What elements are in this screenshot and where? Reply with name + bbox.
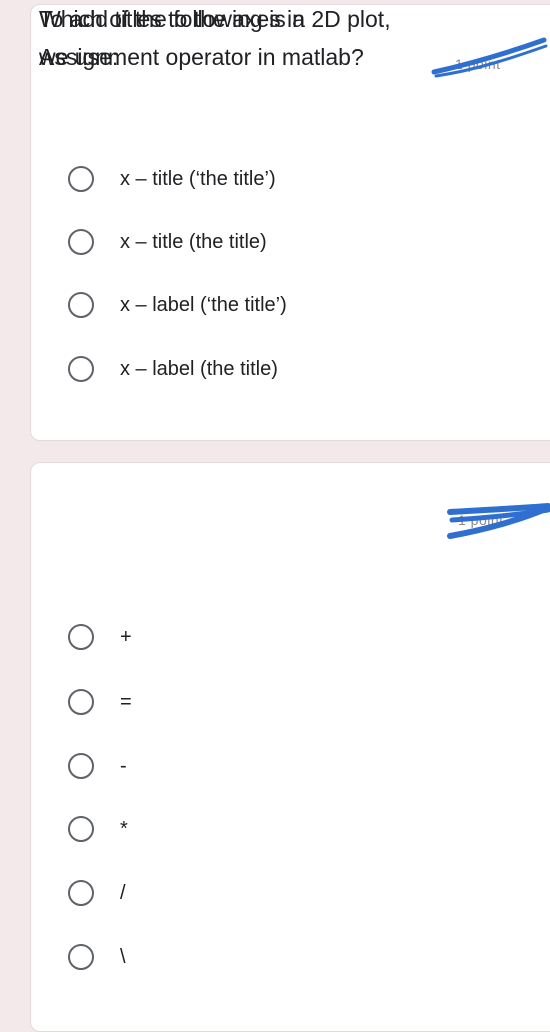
q1-option-2[interactable]: x – title (the title): [68, 225, 267, 259]
radio-button[interactable]: [68, 816, 94, 842]
radio-button[interactable]: [68, 356, 94, 382]
q2-option-2[interactable]: =: [68, 685, 132, 719]
q2-option-6-label: \: [120, 945, 126, 968]
radio-button[interactable]: [68, 229, 94, 255]
q2-option-3-label: -: [120, 754, 127, 777]
q2-option-4-label: *: [120, 817, 128, 840]
radio-button[interactable]: [68, 880, 94, 906]
q2-option-4[interactable]: *: [68, 812, 128, 846]
q2-option-1-label: +: [120, 625, 132, 648]
q1-option-3-label: x – label (‘the title’): [120, 293, 287, 316]
radio-button[interactable]: [68, 292, 94, 318]
q2-option-5[interactable]: /: [68, 876, 126, 910]
radio-button[interactable]: [68, 166, 94, 192]
radio-button[interactable]: [68, 624, 94, 650]
q1-option-4[interactable]: x – label (the title): [68, 352, 278, 386]
scribble-mark-2: [447, 503, 550, 539]
q2-option-6[interactable]: \: [68, 940, 126, 974]
q1-option-1-label: x – title (‘the title’): [120, 167, 276, 190]
q1-option-1[interactable]: x – title (‘the title’): [68, 162, 276, 196]
q1-option-4-label: x – label (the title): [120, 357, 278, 380]
scribble-mark-1: [431, 37, 548, 78]
q1-option-3[interactable]: x – label (‘the title’): [68, 288, 287, 322]
question-2-title: Which of the following is a Assignment o…: [39, 6, 364, 70]
q2-option-3[interactable]: -: [68, 749, 127, 783]
q1-option-2-label: x – title (the title): [120, 230, 267, 253]
q2-option-5-label: /: [120, 881, 126, 904]
q2-option-2-label: =: [120, 690, 132, 713]
radio-button[interactable]: [68, 944, 94, 970]
radio-button[interactable]: [68, 753, 94, 779]
q2-option-1[interactable]: +: [68, 620, 132, 654]
radio-button[interactable]: [68, 689, 94, 715]
